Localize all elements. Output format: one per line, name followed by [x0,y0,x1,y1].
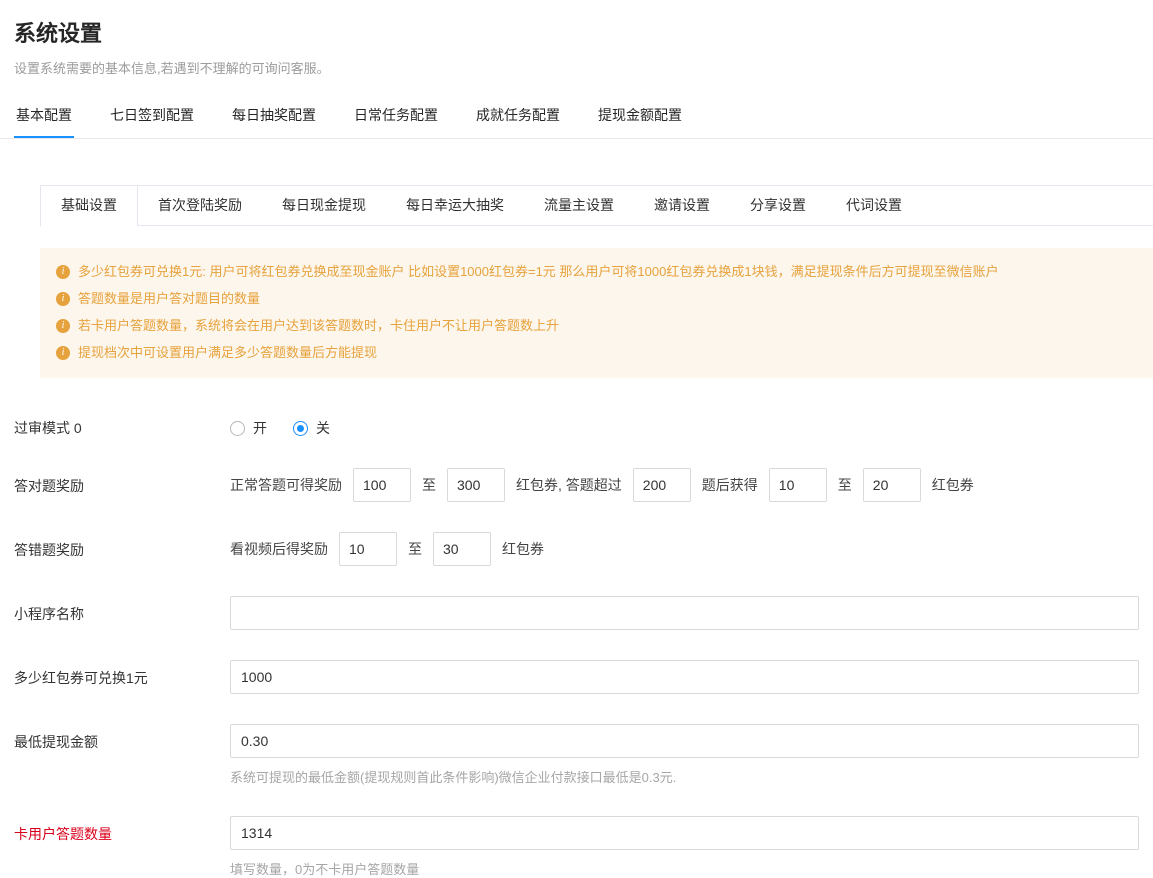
correct-reward-max1-input[interactable] [447,468,505,502]
inner-tab-traffic-owner-settings[interactable]: 流量主设置 [524,185,634,225]
basic-config-section: 基础设置 首次登陆奖励 每日现金提现 每日幸运大抽奖 流量主设置 邀请设置 分享… [40,185,1153,378]
min-withdraw-input[interactable] [230,724,1139,758]
top-tab-basic-config[interactable]: 基本配置 [14,93,74,138]
wrong-reward-min-input[interactable] [339,532,397,566]
system-settings-page: 系统设置 设置系统需要的基本信息,若遇到不理解的可询问客服。 基本配置 七日签到… [0,16,1153,878]
notice-text: 若卡用户答题数量，系统将会在用户达到该答题数时，卡住用户不让用户答题数上升 [78,312,559,339]
lock-answer-count-input[interactable] [230,816,1139,850]
review-mode-radio-on[interactable]: 开 [230,418,267,438]
correct-reward-mid-text: 红包券, 答题超过 [516,475,622,495]
inner-tab-daici-settings[interactable]: 代词设置 [826,185,922,225]
notice-box: i 多少红包券可兑换1元: 用户可将红包券兑换成至现金账户 比如设置1000红包… [40,248,1153,378]
info-icon: i [56,319,70,333]
exchange-rate-input[interactable] [230,660,1139,694]
wrong-reward-label: 答错题奖励 [14,532,230,560]
correct-reward-max2-input[interactable] [863,468,921,502]
notice-text: 提现档次中可设置用户满足多少答题数量后方能提现 [78,339,377,366]
radio-circle-icon [293,421,308,436]
to-text: 至 [838,475,852,495]
inner-tabs: 基础设置 首次登陆奖励 每日现金提现 每日幸运大抽奖 流量主设置 邀请设置 分享… [40,185,1153,226]
notice-line: i 若卡用户答题数量，系统将会在用户达到该答题数时，卡住用户不让用户答题数上升 [56,312,1137,339]
min-withdraw-help-text: 系统可提现的最低金额(提现规则首此条件影响)微信企业付款接口最低是0.3元. [230,767,1139,786]
notice-line: i 答题数量是用户答对题目的数量 [56,285,1137,312]
correct-reward-prefix-text: 正常答题可得奖励 [230,475,342,495]
info-icon: i [56,265,70,279]
notice-text: 答题数量是用户答对题目的数量 [78,285,260,312]
inner-tab-share-settings[interactable]: 分享设置 [730,185,826,225]
inner-tab-daily-lucky-draw[interactable]: 每日幸运大抽奖 [386,185,524,225]
top-tab-daily-task-config[interactable]: 日常任务配置 [352,93,440,138]
lock-answer-count-label: 卡用户答题数量 [14,816,230,844]
form-row-lock-answer-count: 卡用户答题数量 填写数量，0为不卡用户答题数量 [14,816,1139,878]
inner-tab-first-login-reward[interactable]: 首次登陆奖励 [138,185,262,225]
inner-tab-invite-settings[interactable]: 邀请设置 [634,185,730,225]
correct-reward-label: 答对题奖励 [14,468,230,496]
correct-reward-suffix-text: 红包券 [932,475,974,495]
form-row-min-withdraw: 最低提现金额 系统可提现的最低金额(提现规则首此条件影响)微信企业付款接口最低是… [14,724,1139,786]
radio-label: 关 [316,418,330,438]
top-tab-daily-lottery-config[interactable]: 每日抽奖配置 [230,93,318,138]
form-row-app-name: 小程序名称 [14,596,1139,630]
page-subtitle: 设置系统需要的基本信息,若遇到不理解的可询问客服。 [14,58,1153,77]
to-text: 至 [422,475,436,495]
top-tab-withdraw-amount-config[interactable]: 提现金额配置 [596,93,684,138]
form-row-exchange-rate: 多少红包券可兑换1元 [14,660,1139,694]
app-name-label: 小程序名称 [14,596,230,624]
info-icon: i [56,292,70,306]
correct-reward-min1-input[interactable] [353,468,411,502]
to-text: 至 [408,539,422,559]
min-withdraw-label: 最低提现金额 [14,724,230,752]
inner-tab-daily-cash-withdraw[interactable]: 每日现金提现 [262,185,386,225]
exchange-rate-label: 多少红包券可兑换1元 [14,660,230,688]
correct-reward-threshold-input[interactable] [633,468,691,502]
lock-answer-count-help-text: 填写数量，0为不卡用户答题数量 [230,859,1139,878]
top-tab-seven-day-signin-config[interactable]: 七日签到配置 [108,93,196,138]
form-row-wrong-reward: 答错题奖励 看视频后得奖励 至 红包券 [14,532,1139,566]
review-mode-radio-off[interactable]: 关 [293,418,330,438]
form-row-correct-reward: 答对题奖励 正常答题可得奖励 至 红包券, 答题超过 题后获得 至 红包券 [14,468,1139,502]
correct-reward-after-text: 题后获得 [702,475,758,495]
notice-line: i 提现档次中可设置用户满足多少答题数量后方能提现 [56,339,1137,366]
wrong-reward-suffix-text: 红包券 [502,539,544,559]
inner-tab-basic-settings[interactable]: 基础设置 [40,185,138,226]
basic-settings-form: 过审模式 0 开 关 答对题奖励 正常答题可得奖励 [14,410,1139,878]
top-tabs: 基本配置 七日签到配置 每日抽奖配置 日常任务配置 成就任务配置 提现金额配置 [0,93,1153,139]
wrong-reward-max-input[interactable] [433,532,491,566]
notice-line: i 多少红包券可兑换1元: 用户可将红包券兑换成至现金账户 比如设置1000红包… [56,258,1137,285]
radio-circle-icon [230,421,245,436]
form-row-review-mode: 过审模式 0 开 关 [14,410,1139,438]
correct-reward-min2-input[interactable] [769,468,827,502]
review-mode-radio-group: 开 关 [230,410,1139,438]
top-tab-achievement-task-config[interactable]: 成就任务配置 [474,93,562,138]
wrong-reward-prefix-text: 看视频后得奖励 [230,539,328,559]
review-mode-label: 过审模式 0 [14,410,230,438]
page-title: 系统设置 [14,16,1153,48]
radio-label: 开 [253,418,267,438]
notice-text: 多少红包券可兑换1元: 用户可将红包券兑换成至现金账户 比如设置1000红包券=… [78,258,999,285]
info-icon: i [56,346,70,360]
app-name-input[interactable] [230,596,1139,630]
